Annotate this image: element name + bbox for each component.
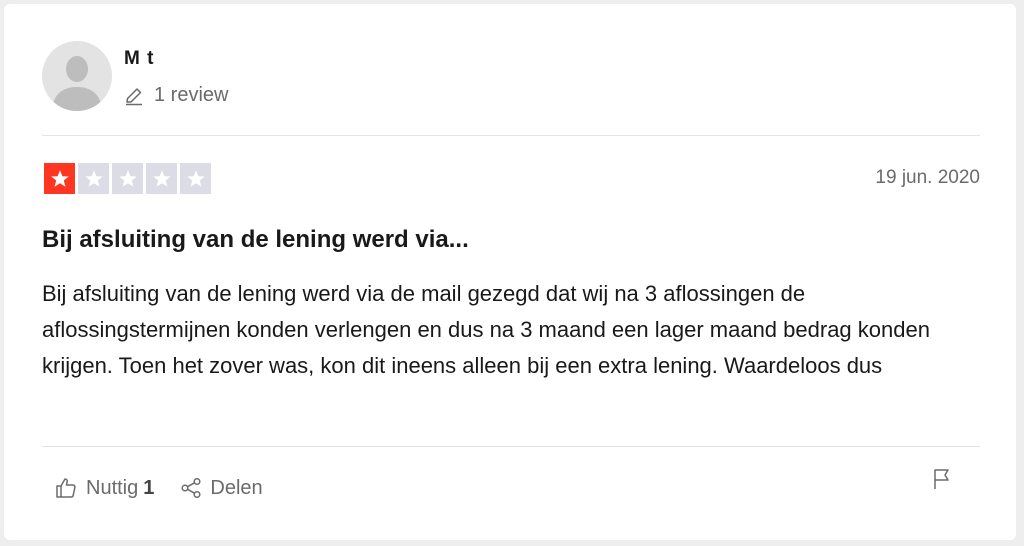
useful-button[interactable]: Nuttig 1: [54, 476, 154, 500]
review-count-label: 1 review: [154, 84, 229, 106]
report-button[interactable]: [930, 467, 954, 496]
review-title[interactable]: Bij afsluiting van de lening werd via...: [42, 226, 469, 254]
star-rating: [44, 163, 211, 194]
star-5: [180, 163, 211, 194]
divider: [42, 446, 980, 447]
thumbs-up-icon: [56, 478, 76, 498]
review-actions: Nuttig 1 Delen: [54, 476, 263, 500]
review-count: 1 review: [124, 84, 228, 107]
star-3: [112, 163, 143, 194]
person-silhouette-icon: [52, 56, 102, 111]
star-icon: [50, 169, 69, 187]
divider: [42, 135, 980, 136]
star-2: [78, 163, 109, 194]
reviewer-name[interactable]: M t: [124, 48, 154, 70]
avatar[interactable]: [42, 41, 112, 111]
star-1: [44, 163, 75, 194]
flag-icon: [934, 469, 949, 489]
pencil-icon: [126, 87, 142, 105]
star-icon: [186, 169, 205, 187]
review-body: Bij afsluiting van de lening werd via de…: [42, 281, 930, 378]
useful-label: Nuttig: [86, 476, 139, 499]
useful-count: 1: [143, 476, 155, 499]
star-icon: [118, 169, 137, 187]
star-icon: [152, 169, 171, 187]
review-date: 19 jun. 2020: [875, 167, 980, 188]
share-button[interactable]: Delen: [180, 476, 263, 500]
share-icon: [181, 477, 201, 499]
star-icon: [84, 169, 103, 187]
star-4: [146, 163, 177, 194]
share-label: Delen: [210, 476, 263, 499]
